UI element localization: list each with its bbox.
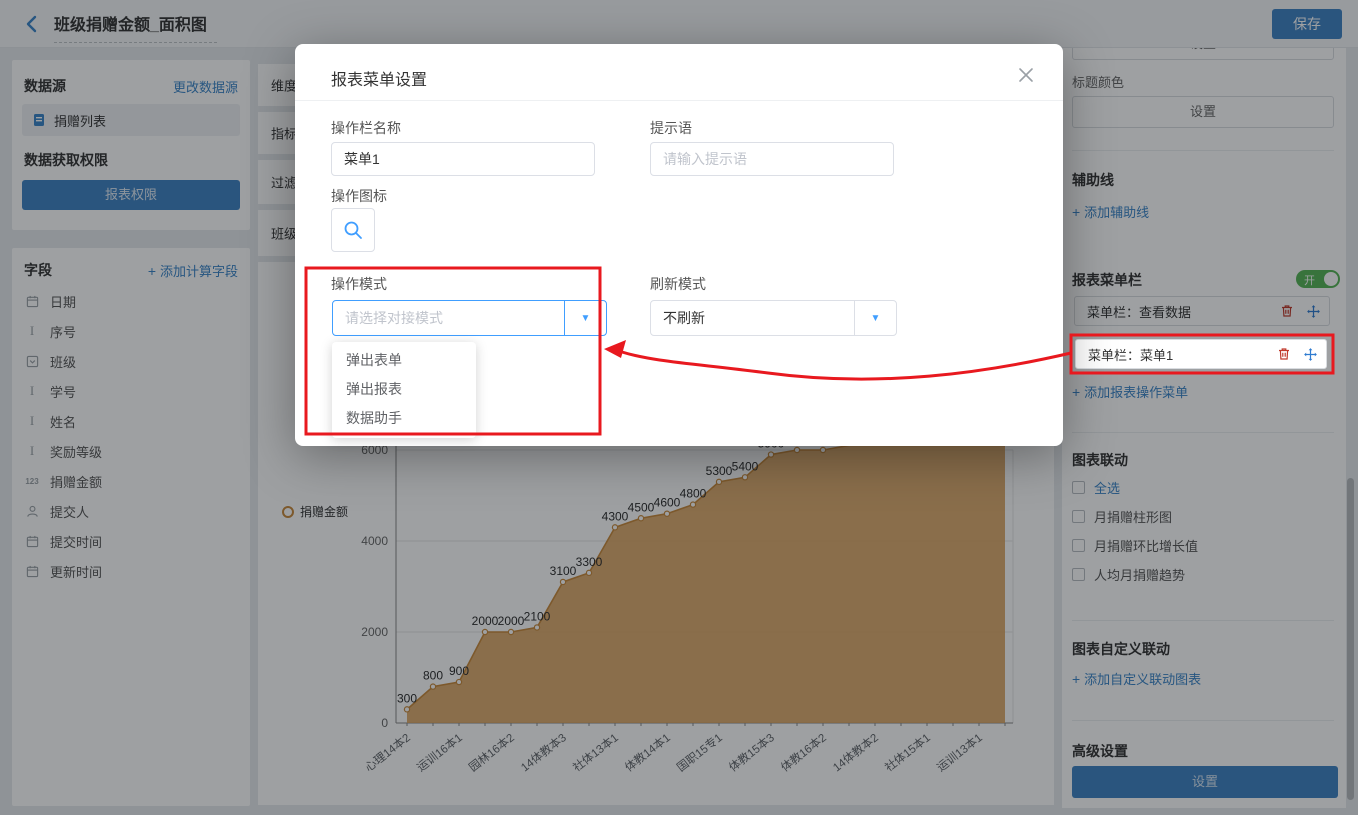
bar-name-label: 操作栏名称: [331, 118, 401, 138]
refresh-select[interactable]: 不刷新 ▼: [650, 300, 897, 336]
tip-placeholder: 请输入提示语: [663, 149, 747, 169]
dropdown-option[interactable]: 弹出报表: [332, 375, 476, 404]
close-icon[interactable]: [1017, 66, 1035, 84]
refresh-value: 不刷新: [651, 301, 854, 335]
action-icon-button[interactable]: [331, 208, 375, 252]
tip-input[interactable]: 请输入提示语: [650, 142, 894, 176]
dropdown-option[interactable]: 数据助手: [332, 404, 476, 433]
mode-dropdown: 弹出表单弹出报表数据助手: [332, 342, 476, 438]
dropdown-option[interactable]: 弹出表单: [332, 346, 476, 375]
icon-label: 操作图标: [331, 186, 387, 206]
move-icon[interactable]: [1302, 346, 1318, 362]
search-icon: [342, 219, 364, 241]
report-menu-settings-modal: 报表菜单设置 操作栏名称 菜单1 提示语 请输入提示语 操作图标 操作模式 请选…: [295, 44, 1063, 446]
menu-bar-item[interactable]: 菜单栏：菜单1: [1075, 339, 1327, 369]
chevron-down-icon[interactable]: ▼: [564, 301, 606, 335]
modal-title: 报表菜单设置: [331, 66, 427, 90]
menu-bar-item-label: 菜单栏：菜单1: [1088, 345, 1266, 364]
trash-icon[interactable]: [1276, 346, 1292, 362]
bar-name-value: 菜单1: [344, 149, 380, 169]
mode-placeholder: 请选择对接模式: [333, 301, 564, 335]
bar-name-input[interactable]: 菜单1: [331, 142, 595, 176]
chevron-down-icon[interactable]: ▼: [854, 301, 896, 335]
refresh-label: 刷新模式: [650, 274, 706, 294]
mode-label: 操作模式: [331, 274, 387, 294]
mode-select[interactable]: 请选择对接模式 ▼: [332, 300, 607, 336]
tip-label: 提示语: [650, 118, 692, 138]
